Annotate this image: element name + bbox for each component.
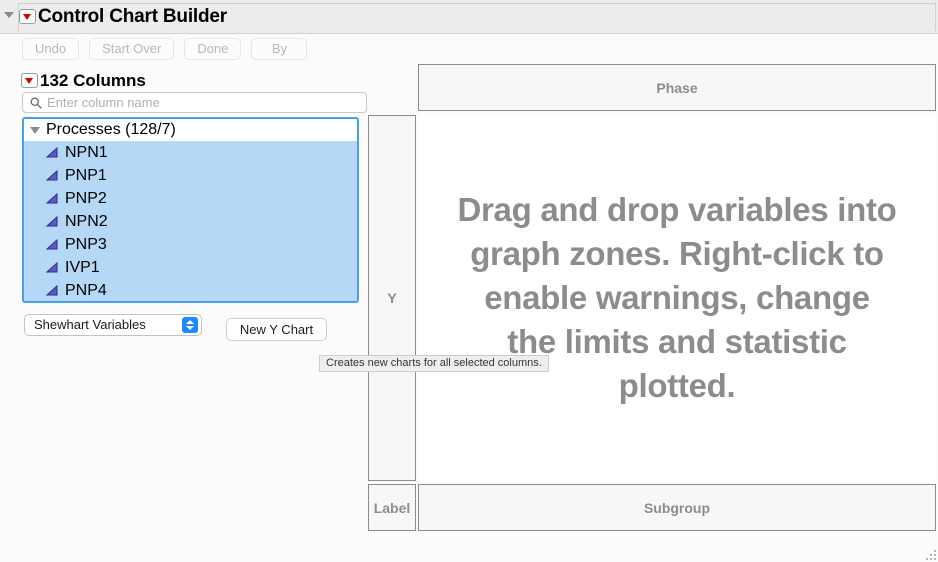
list-item-label: PNP4 (65, 281, 107, 299)
drop-zone-phase[interactable]: Phase (418, 64, 936, 111)
list-item-label: PNP3 (65, 235, 107, 253)
red-triangle-menu-icon[interactable] (19, 9, 36, 24)
new-y-chart-button[interactable]: New Y Chart (226, 318, 327, 341)
column-group-row[interactable]: Processes (128/7) (24, 119, 357, 141)
list-item[interactable]: IVP1 (24, 256, 357, 279)
continuous-variable-icon (46, 170, 58, 181)
drop-zone-subgroup[interactable]: Subgroup (418, 484, 936, 531)
list-item[interactable]: PNP2 (24, 187, 357, 210)
by-button[interactable]: By (251, 38, 308, 60)
disclosure-triangle-icon[interactable] (4, 12, 14, 18)
chart-type-value: Shewhart Variables (34, 317, 146, 332)
continuous-variable-icon (46, 239, 58, 250)
columns-panel-title: 132 Columns (40, 71, 146, 90)
search-input[interactable] (47, 93, 357, 112)
drop-zone-label-label: Label (373, 499, 411, 516)
column-group-label: Processes (128/7) (46, 121, 176, 138)
graph-drop-area[interactable]: Drag and drop variables into graph zones… (418, 115, 936, 481)
drop-zone-phase-label: Phase (656, 79, 698, 96)
list-item[interactable]: PNP1 (24, 164, 357, 187)
list-item-label: NPN2 (65, 212, 108, 230)
search-icon (30, 97, 42, 109)
continuous-variable-icon (46, 147, 58, 158)
drop-zone-y[interactable]: Y (368, 115, 416, 481)
list-item-label: PNP1 (65, 166, 107, 184)
list-item-label: IVP1 (65, 258, 100, 276)
column-search-field[interactable] (22, 92, 367, 113)
up-down-stepper-icon[interactable] (182, 317, 198, 333)
tooltip: Creates new charts for all selected colu… (319, 355, 549, 372)
window-resize-grip[interactable] (923, 547, 936, 560)
list-item[interactable]: NPN1 (24, 141, 357, 164)
page-title: Control Chart Builder (38, 6, 227, 27)
columns-red-triangle-menu-icon[interactable] (21, 73, 38, 88)
drop-zone-y-label: Y (387, 290, 397, 306)
continuous-variable-icon (46, 285, 58, 296)
continuous-variable-icon (46, 193, 58, 204)
continuous-variable-icon (46, 216, 58, 227)
undo-button[interactable]: Undo (22, 38, 80, 60)
list-item-label: PNP2 (65, 189, 107, 207)
chart-type-dropdown[interactable]: Shewhart Variables (24, 314, 202, 336)
column-list[interactable]: Processes (128/7) NPN1 PNP1 PNP2 NPN2 PN… (22, 117, 359, 303)
list-item[interactable]: PNP3 (24, 233, 357, 256)
list-item[interactable]: PNP4 (24, 279, 357, 301)
control-chart-builder-window: Control Chart Builder Undo Start Over Do… (0, 0, 938, 562)
list-item[interactable]: NPN2 (24, 210, 357, 233)
list-item-label: NPN1 (65, 143, 108, 161)
start-over-button[interactable]: Start Over (89, 38, 175, 60)
drop-zone-subgroup-label: Subgroup (643, 499, 711, 516)
toolbar: Undo Start Over Done By (22, 38, 308, 60)
drop-instructions-text: Drag and drop variables into graph zones… (457, 191, 897, 404)
done-button[interactable]: Done (184, 38, 242, 60)
drop-zone-label[interactable]: Label (368, 484, 416, 531)
continuous-variable-icon (46, 262, 58, 273)
group-disclosure-triangle-icon[interactable] (30, 126, 40, 134)
